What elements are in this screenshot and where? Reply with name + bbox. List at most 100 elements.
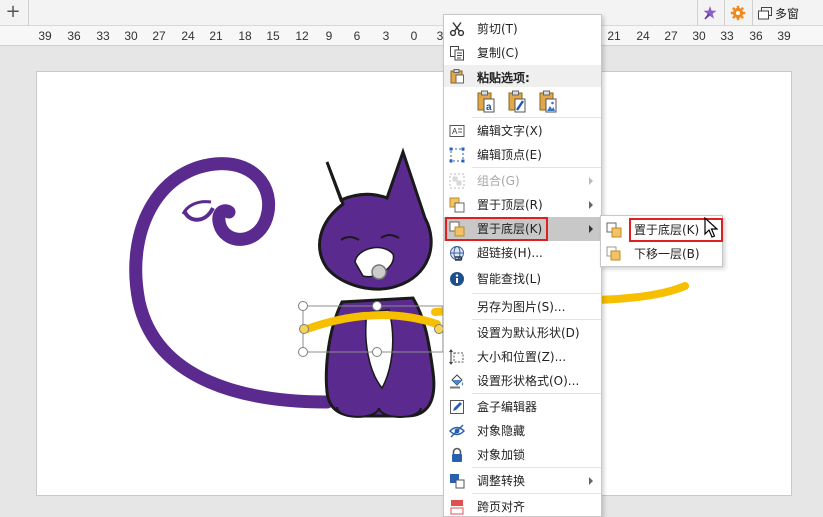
paste-keep-format-button[interactable]: [505, 89, 529, 115]
ruler-tick: 21: [209, 29, 223, 43]
ruler-tick: 21: [607, 29, 621, 43]
menu-edit-text[interactable]: A 编辑文字(X): [444, 119, 601, 143]
adjust-handle: [299, 324, 309, 334]
align-pages-icon: [449, 499, 465, 515]
menu-separator: [472, 493, 601, 494]
menu-hide-object-label: 对象隐藏: [477, 424, 526, 438]
mouse-cursor-icon: [704, 217, 718, 238]
new-tab-plus-icon[interactable]: +: [4, 2, 22, 22]
menu-hyperlink[interactable]: 超链接(H)...: [444, 241, 601, 265]
menu-copy[interactable]: 复制(C): [444, 41, 601, 65]
resize-handle: [372, 347, 382, 357]
ruler-tick: 36: [67, 29, 81, 43]
context-menu: 剪切(T) 复制(C) 粘贴选项: a A 编辑文字(X) 编辑顶点(E) 组合…: [443, 14, 602, 517]
menu-edit-points[interactable]: 编辑顶点(E): [444, 143, 601, 167]
menu-adjust-convert[interactable]: 调整转换: [444, 469, 601, 493]
paste-keep-text-button[interactable]: a: [474, 89, 498, 115]
ruler-tick: 24: [636, 29, 650, 43]
slide-canvas[interactable]: [36, 71, 792, 496]
menu-separator: [472, 319, 601, 320]
ruler-tick: 9: [325, 29, 333, 43]
submenu-arrow-icon: [589, 201, 593, 209]
menu-copy-label: 复制(C): [477, 46, 519, 60]
menu-set-default-shape[interactable]: 设置为默认形状(D): [444, 321, 601, 345]
menu-separator: [472, 393, 601, 394]
multi-window-button[interactable]: 多窗: [758, 3, 799, 23]
resize-handle: [298, 301, 308, 311]
resize-handle: [298, 347, 308, 357]
submenu-send-backward[interactable]: 下移一层(B): [601, 242, 722, 266]
menu-lock-object-label: 对象加锁: [477, 448, 526, 462]
menu-cut-label: 剪切(T): [477, 22, 518, 36]
menu-separator: [472, 167, 601, 168]
paste-picture-icon: [539, 90, 557, 113]
ruler-tick: 15: [266, 29, 280, 43]
clipboard-icon: [449, 68, 465, 87]
horizontal-ruler[interactable]: 39 36 33 30 27 24 21 18 15 12 9 6 3 0 3 …: [0, 26, 823, 46]
menu-send-to-back[interactable]: 置于底层(K): [444, 217, 601, 241]
link-icon: [449, 245, 465, 261]
menu-set-default-shape-label: 设置为默认形状(D): [477, 326, 580, 340]
menu-cut[interactable]: 剪切(T): [444, 17, 601, 41]
gear-icon[interactable]: [728, 3, 748, 23]
multi-window-label: 多窗: [775, 6, 800, 21]
menu-bring-to-front[interactable]: 置于顶层(R): [444, 193, 601, 217]
resize-handle: [372, 301, 382, 311]
menu-group-label: 组合(G): [477, 174, 520, 188]
menu-smart-lookup-label: 智能查找(L): [477, 272, 542, 286]
tab-divider: [28, 0, 29, 26]
menu-hyperlink-label: 超链接(H)...: [477, 246, 543, 260]
edit-text-icon: A: [449, 123, 465, 139]
paste-as-picture-button[interactable]: [536, 89, 560, 115]
menu-lock-object[interactable]: 对象加锁: [444, 443, 601, 467]
menu-format-shape[interactable]: 设置形状格式(O)...: [444, 369, 601, 393]
ruler-tick: 27: [664, 29, 678, 43]
windows-icon: [758, 6, 772, 19]
ruler-tick: 36: [749, 29, 763, 43]
paint-bucket-icon: [449, 373, 465, 389]
ruler-tick: 30: [124, 29, 138, 43]
ruler-tick: 6: [353, 29, 361, 43]
menu-send-to-back-label: 置于底层(K): [477, 222, 543, 236]
tab-bar: + 多窗: [0, 0, 823, 26]
svg-text:a: a: [486, 102, 492, 113]
menu-separator: [472, 467, 601, 468]
lock-icon: [449, 447, 465, 463]
pencil-box-icon: [449, 399, 465, 415]
menu-hide-object[interactable]: 对象隐藏: [444, 419, 601, 443]
ruler-tick: 24: [181, 29, 195, 43]
paste-text-icon: a: [477, 90, 495, 113]
ruler-tick: 39: [777, 29, 791, 43]
menu-group[interactable]: 组合(G): [444, 169, 601, 193]
ruler-tick: 3: [382, 29, 390, 43]
convert-icon: [449, 473, 465, 489]
paste-options-row: a: [474, 89, 560, 115]
magic-wand-icon[interactable]: [700, 3, 720, 23]
menu-smart-lookup[interactable]: 智能查找(L): [444, 267, 601, 291]
size-position-icon: [449, 349, 465, 365]
paste-options-label: 粘贴选项:: [477, 71, 530, 85]
scissors-icon: [449, 21, 465, 37]
group-icon: [449, 173, 465, 189]
menu-cross-page-align[interactable]: 跨页对齐: [444, 495, 601, 517]
ruler-tick: 0: [410, 29, 418, 43]
copy-icon: [449, 45, 465, 61]
menu-box-editor-label: 盒子编辑器: [477, 400, 538, 414]
edit-points-icon: [449, 147, 465, 163]
menu-format-shape-label: 设置形状格式(O)...: [477, 374, 580, 388]
submenu-arrow-icon: [589, 477, 593, 485]
tab-divider: [724, 0, 725, 26]
menu-bring-to-front-label: 置于顶层(R): [477, 198, 543, 212]
ruler-tick: 30: [692, 29, 706, 43]
menu-save-as-picture-label: 另存为图片(S)...: [477, 300, 566, 314]
cat-tail-shape: [129, 157, 334, 409]
send-backward-icon: [606, 246, 622, 262]
ruler-tick: 33: [720, 29, 734, 43]
menu-box-editor[interactable]: 盒子编辑器: [444, 395, 601, 419]
svg-text:A: A: [452, 127, 458, 136]
menu-save-as-picture[interactable]: 另存为图片(S)...: [444, 295, 601, 319]
menu-size-and-position[interactable]: 大小和位置(Z)...: [444, 345, 601, 369]
ruler-tick: 27: [152, 29, 166, 43]
menu-separator: [472, 117, 601, 118]
bring-to-front-icon: [449, 197, 465, 213]
